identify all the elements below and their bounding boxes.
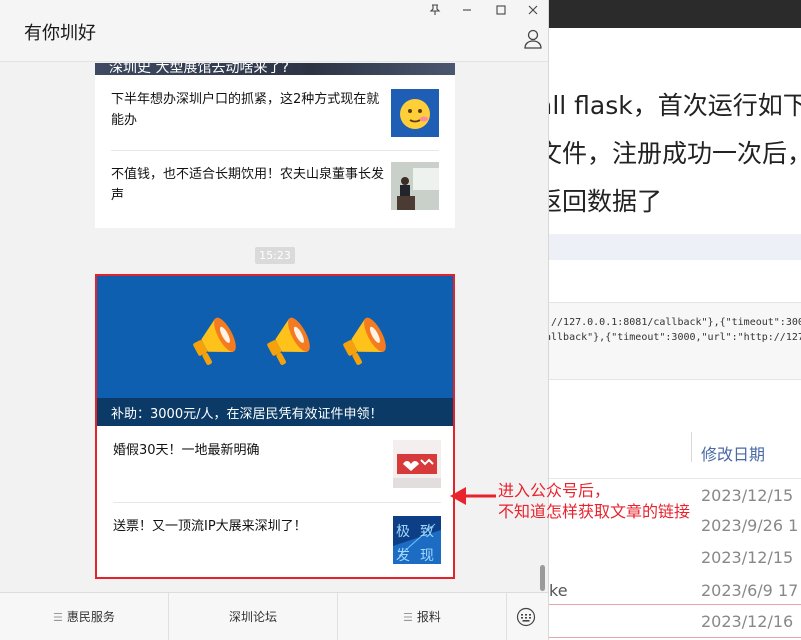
file-date: 2023/12/15 xyxy=(701,548,794,567)
close-icon[interactable] xyxy=(522,2,544,24)
item-divider xyxy=(113,502,441,503)
minimize-icon[interactable] xyxy=(456,2,478,24)
article-thumbnail-photo xyxy=(391,162,439,210)
background-band xyxy=(549,234,801,260)
profile-icon[interactable] xyxy=(522,28,544,50)
annotation-line: 不知道怎样获取文章的链接 xyxy=(498,502,691,521)
menu-list-icon: ☰ xyxy=(403,611,413,624)
annotation-arrow-icon xyxy=(448,482,498,510)
column-header-modified-date[interactable]: 修改日期 xyxy=(701,441,765,465)
menu-list-icon: ☰ xyxy=(53,611,63,624)
annotation-line: 进入公众号后， xyxy=(498,481,611,500)
account-menu-bar: ☰ 惠民服务 深圳论坛 ☰ 报料 xyxy=(0,592,548,640)
article-thumbnail-wedding xyxy=(393,440,441,488)
scrollbar-thumb[interactable] xyxy=(540,565,545,591)
item-divider xyxy=(111,150,439,151)
article-title: 不值钱，也不适合长期饮用！农夫山泉董事长发声 xyxy=(111,167,385,203)
article-banner-caption: 补助：3000元/人，在深居民凭有效证件申领！ xyxy=(97,398,453,426)
title-bar: 有你圳好 xyxy=(0,0,548,62)
svg-text:现: 现 xyxy=(420,548,434,564)
file-date: 2023/12/15 xyxy=(701,486,794,505)
background-text-line: 返回数据了 xyxy=(549,187,663,216)
menu-button-services[interactable]: ☰ 惠民服务 xyxy=(0,593,168,640)
file-name-fragment: ke xyxy=(549,581,568,600)
file-date: 2023/12/16 xyxy=(701,612,794,631)
annotation-note: 进入公众号后， 不知道怎样获取文章的链接 xyxy=(498,480,690,522)
article-banner[interactable]: 深圳史 大型展馆去动啥来了? xyxy=(95,63,455,75)
article-title: 送票！又一顶流IP大展来深圳了！ xyxy=(113,519,307,534)
article-banner[interactable]: 补助：3000元/人，在深居民凭有效证件申领！ xyxy=(97,276,453,426)
maximize-icon[interactable] xyxy=(490,2,512,24)
article-thumbnail-emoji xyxy=(391,89,439,137)
pin-icon[interactable] xyxy=(424,2,446,24)
background-text-line: 文件，注册成功一次后， xyxy=(549,139,801,168)
article-title: 下半年想办深圳户口的抓紧，这2种方式现在就能办 xyxy=(111,92,380,128)
menu-divider xyxy=(506,593,507,640)
keyboard-icon[interactable] xyxy=(516,607,536,627)
code-line: allback"},{"timeout":3000,"url":"http://… xyxy=(549,332,801,343)
megaphone-icon xyxy=(333,310,393,370)
menu-label: 深圳论坛 xyxy=(228,610,277,624)
svg-text:极: 极 xyxy=(396,524,410,540)
megaphone-icon xyxy=(257,310,317,370)
svg-text:致: 致 xyxy=(420,524,434,540)
background-editor-window: all flask，首次运行如下 文件，注册成功一次后， 返回数据了 ://12… xyxy=(549,0,801,640)
svg-text:发: 发 xyxy=(396,548,410,564)
background-window-topbar xyxy=(549,0,801,28)
file-date: 2023/6/9 17 xyxy=(701,581,799,600)
column-divider[interactable] xyxy=(691,432,692,462)
background-text-line: all flask，首次运行如下 xyxy=(549,91,801,120)
row-separator xyxy=(549,478,801,479)
menu-button-report[interactable]: ☰ 报料 xyxy=(338,593,506,640)
article-title: 婚假30天！一地最新明确 xyxy=(113,443,260,458)
file-date: 2023/9/26 1 xyxy=(701,516,799,535)
code-line: ://127.0.0.1:8081/callback"},{"timeout":… xyxy=(549,317,801,328)
chat-title: 有你圳好 xyxy=(24,23,96,44)
menu-label: 报料 xyxy=(416,610,441,624)
background-code-block: ://127.0.0.1:8081/callback"},{"timeout":… xyxy=(549,302,801,380)
megaphone-icon xyxy=(183,310,243,370)
menu-label: 惠民服务 xyxy=(66,610,115,624)
message-timestamp: 15:23 xyxy=(255,247,295,264)
menu-button-forum[interactable]: 深圳论坛 xyxy=(169,593,337,640)
article-banner-title: 补助：3000元/人，在深居民凭有效证件申领！ xyxy=(111,407,383,422)
article-banner-title: 深圳史 大型展馆去动啥来了? xyxy=(109,63,289,75)
article-thumbnail-poster: 极 致 发 现 xyxy=(393,516,441,564)
article-card-highlighted[interactable]: 补助：3000元/人，在深居民凭有效证件申领！ 婚假30天！一地最新明确 送票！… xyxy=(95,274,455,579)
official-account-chat-window: 有你圳好 深圳史 大型展馆去动啥来了? 下半年想办深圳户口的抓紧，这2种方式现在… xyxy=(0,0,549,640)
article-card[interactable]: 深圳史 大型展馆去动啥来了? 下半年想办深圳户口的抓紧，这2种方式现在就能办 不… xyxy=(95,63,455,228)
message-list[interactable]: 深圳史 大型展馆去动啥来了? 下半年想办深圳户口的抓紧，这2种方式现在就能办 不… xyxy=(0,63,548,592)
